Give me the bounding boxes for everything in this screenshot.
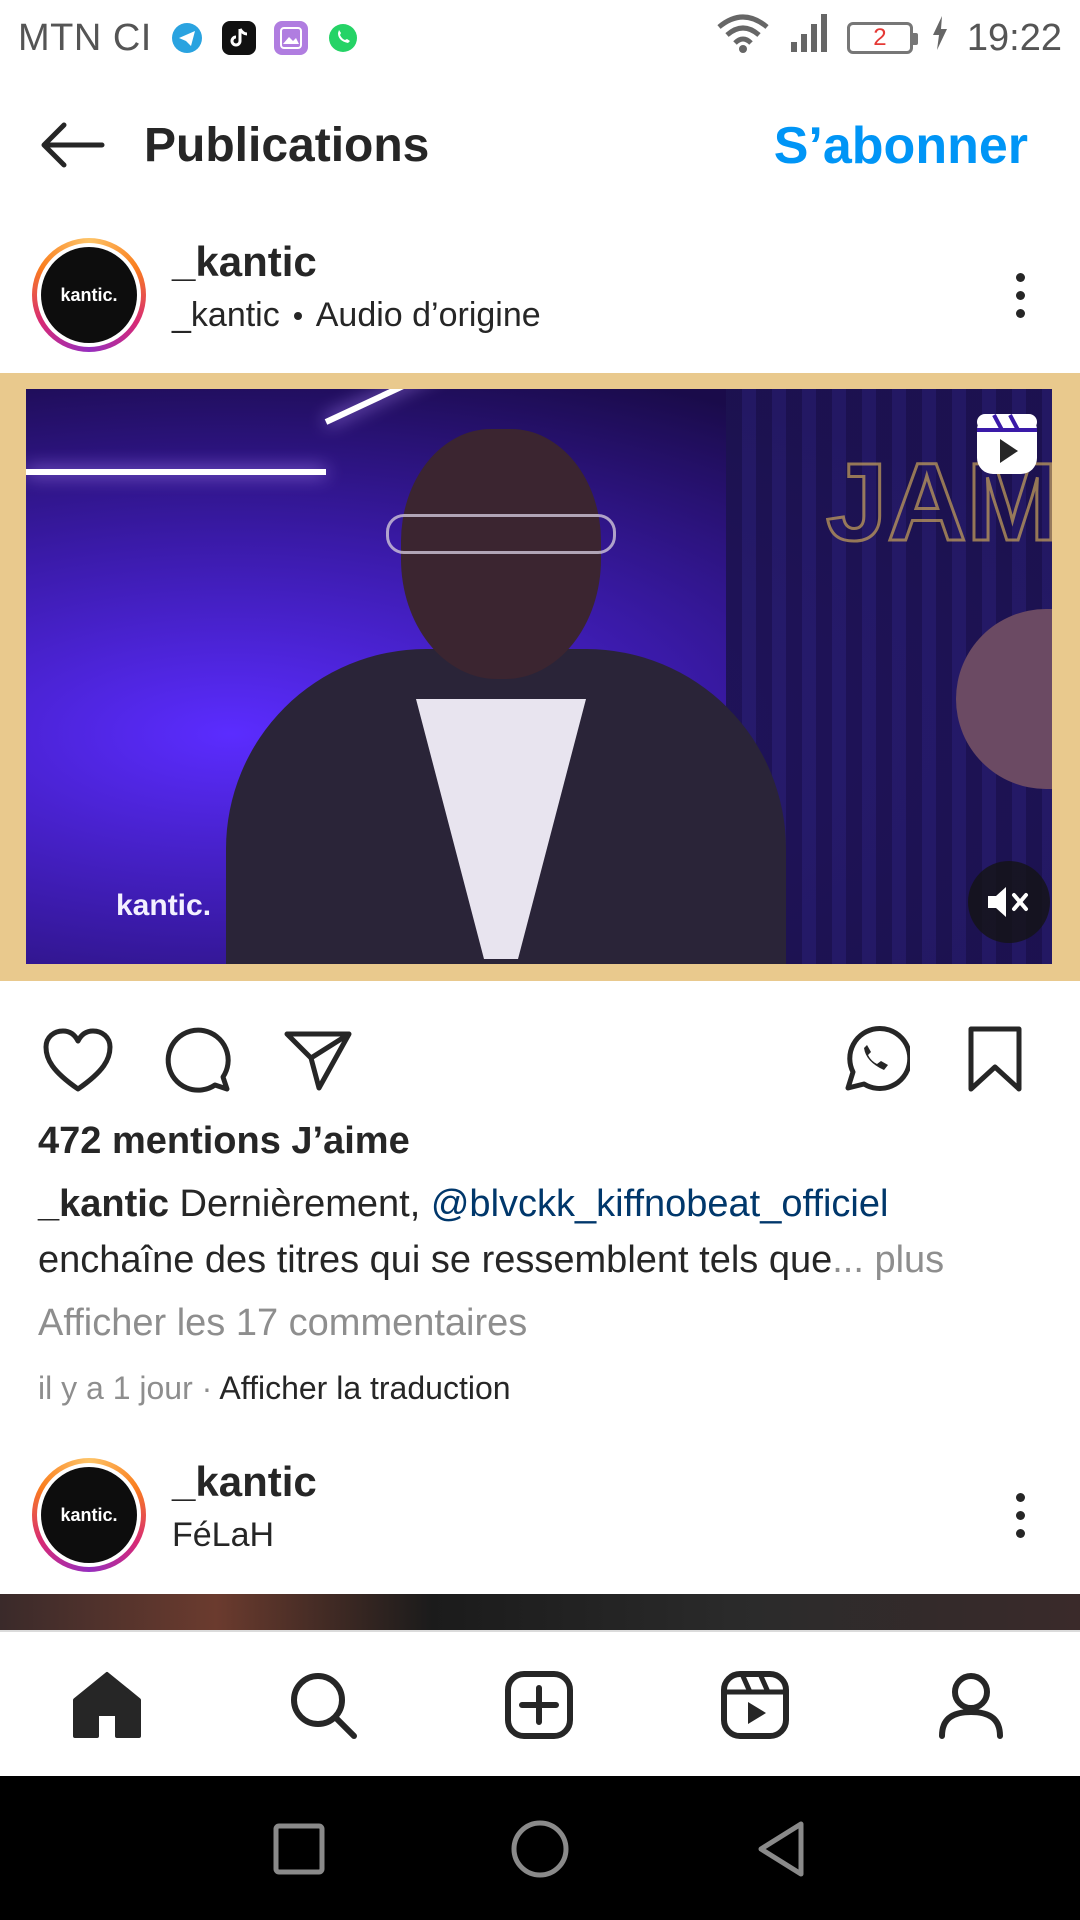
paper-plane-icon xyxy=(284,1031,352,1091)
post-media[interactable] xyxy=(0,1594,1080,1630)
reels-icon xyxy=(721,1671,789,1739)
whatsapp-share-button[interactable] xyxy=(834,1020,914,1100)
search-icon xyxy=(291,1673,357,1739)
mute-button[interactable] xyxy=(968,861,1050,943)
triangle-back-icon xyxy=(758,1821,804,1877)
follow-button[interactable]: S’abonner xyxy=(774,116,1028,176)
post-username[interactable]: _kantic xyxy=(172,1458,317,1506)
post-caption: _kantic Dernièrement, @blvckk_kiffnobeat… xyxy=(38,1176,1048,1288)
likes-count[interactable]: 472 mentions J’aime xyxy=(38,1120,410,1163)
post-header: kantic. _kantic _kantic Audio d’origine xyxy=(0,230,1080,360)
caption-mention[interactable]: @blvckk_kiffnobeat_officiel xyxy=(431,1183,889,1225)
more-options-button[interactable] xyxy=(1000,1485,1040,1545)
post-username[interactable]: _kantic xyxy=(172,238,541,286)
charging-icon xyxy=(931,16,949,60)
back-button[interactable] xyxy=(16,95,126,195)
neon-light xyxy=(324,389,473,425)
caption-more-link[interactable]: ... plus xyxy=(832,1239,944,1281)
nav-create[interactable] xyxy=(494,1660,584,1750)
save-button[interactable] xyxy=(955,1020,1035,1100)
home-icon xyxy=(73,1672,141,1738)
home-system-button[interactable] xyxy=(505,1814,575,1884)
nav-reels[interactable] xyxy=(710,1660,800,1750)
gallery-icon xyxy=(273,21,308,55)
arrow-left-icon xyxy=(41,122,105,168)
like-button[interactable] xyxy=(38,1020,118,1100)
battery-icon: 2 xyxy=(846,22,918,54)
whatsapp-icon xyxy=(326,21,360,55)
recents-button[interactable] xyxy=(264,1814,334,1884)
circle-icon xyxy=(511,1820,569,1878)
signal-icon xyxy=(789,14,829,62)
battery-level: 2 xyxy=(873,24,887,51)
nav-profile[interactable] xyxy=(926,1660,1016,1750)
square-icon xyxy=(273,1823,325,1875)
share-button[interactable] xyxy=(278,1020,358,1100)
separator-dot xyxy=(293,311,302,320)
post-timestamp: il y a 1 jour xyxy=(38,1370,193,1406)
view-comments-link[interactable]: Afficher les 17 commentaires xyxy=(38,1302,527,1345)
muted-speaker-icon xyxy=(988,887,1028,917)
page-title: Publications xyxy=(144,118,430,172)
translate-link[interactable]: Afficher la traduction xyxy=(219,1370,510,1406)
audio-link[interactable]: Audio d’origine xyxy=(316,296,541,335)
plus-square-icon xyxy=(505,1671,573,1739)
wifi-icon xyxy=(715,13,771,63)
caption-text: Dernièrement, xyxy=(168,1183,431,1225)
neon-light xyxy=(26,469,326,475)
top-header: Publications S’abonner xyxy=(0,90,1080,200)
post-header: kantic. _kantic FéLaH xyxy=(0,1450,1080,1580)
heart-icon xyxy=(43,1028,113,1092)
comment-button[interactable] xyxy=(158,1020,238,1100)
post-sub-username[interactable]: _kantic xyxy=(172,296,280,335)
person-head xyxy=(401,429,601,679)
reel-video[interactable]: JAM kantic. xyxy=(26,389,1052,964)
back-system-button[interactable] xyxy=(746,1814,816,1884)
nav-search[interactable] xyxy=(278,1660,368,1750)
caption-username[interactable]: _kantic xyxy=(38,1183,169,1225)
reels-icon xyxy=(974,411,1040,477)
avatar[interactable]: kantic. xyxy=(32,1458,146,1572)
whatsapp-icon xyxy=(845,1026,910,1091)
tiktok-icon xyxy=(221,21,256,55)
bottom-navigation xyxy=(0,1630,1080,1776)
avatar[interactable]: kantic. xyxy=(32,238,146,352)
telegram-icon xyxy=(170,21,204,55)
bookmark-icon xyxy=(968,1026,1022,1092)
video-watermark: kantic. xyxy=(116,889,212,922)
comment-icon xyxy=(165,1027,231,1093)
post-media[interactable]: JAM kantic. xyxy=(0,373,1080,981)
profile-icon xyxy=(939,1673,1003,1739)
clock: 19:22 xyxy=(966,16,1062,59)
caption-text-continued: enchaîne des titres qui se ressemblent t… xyxy=(38,1239,833,1281)
avatar-text: kantic. xyxy=(60,284,118,305)
post-meta: il y a 1 jour · Afficher la traduction xyxy=(38,1370,511,1407)
post-subtitle[interactable]: FéLaH xyxy=(172,1516,274,1555)
meta-separator: · xyxy=(192,1370,220,1406)
system-navigation xyxy=(0,1776,1080,1920)
nav-home[interactable] xyxy=(62,1660,152,1750)
person-glasses xyxy=(386,514,616,554)
status-bar: MTN CI 2 19:22 xyxy=(0,0,1080,76)
more-options-button[interactable] xyxy=(1000,265,1040,325)
carrier-name: MTN CI xyxy=(18,16,152,59)
avatar-text: kantic. xyxy=(60,1504,118,1525)
post-actions xyxy=(0,1010,1080,1110)
